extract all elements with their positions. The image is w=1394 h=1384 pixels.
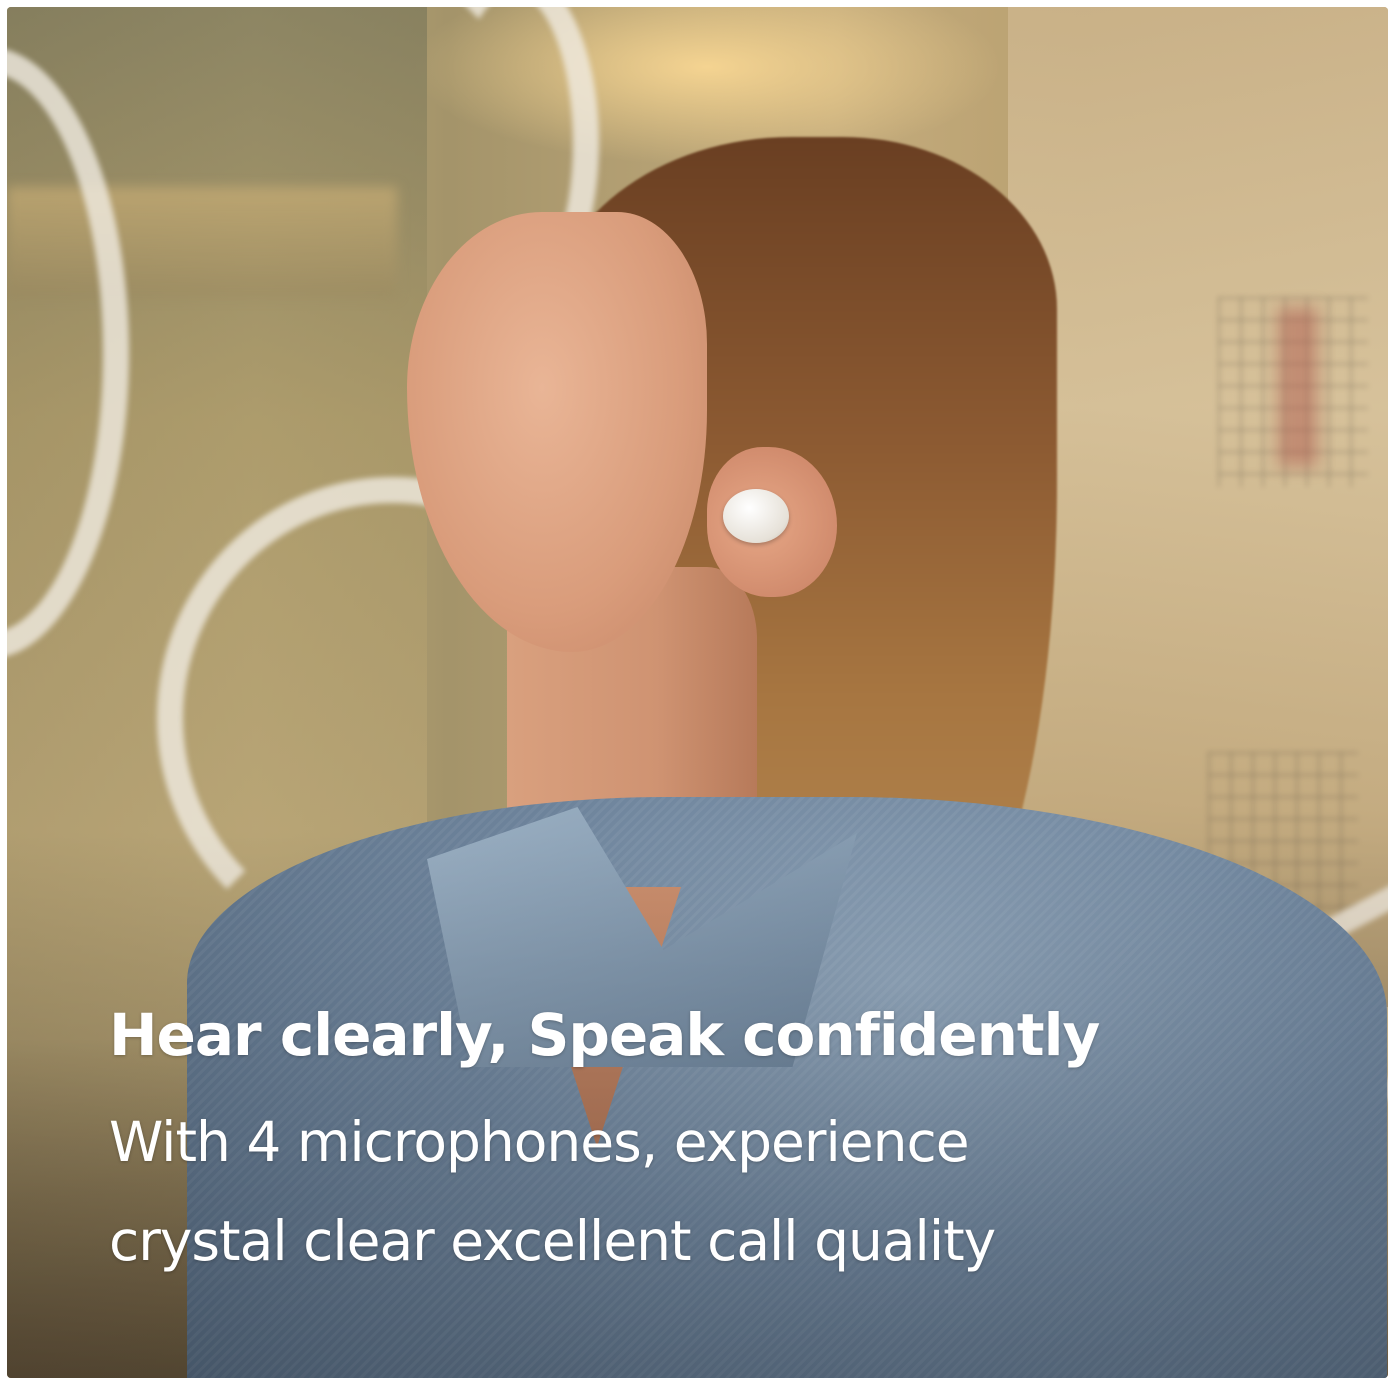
subline: With 4 microphones, experience — [109, 1110, 970, 1174]
product-image: Hear clearly, Speak confidently With 4 m… — [7, 7, 1388, 1378]
subline: crystal clear excellent call quality — [109, 1209, 996, 1273]
headline: Hear clearly, Speak confidently — [109, 1001, 1100, 1069]
